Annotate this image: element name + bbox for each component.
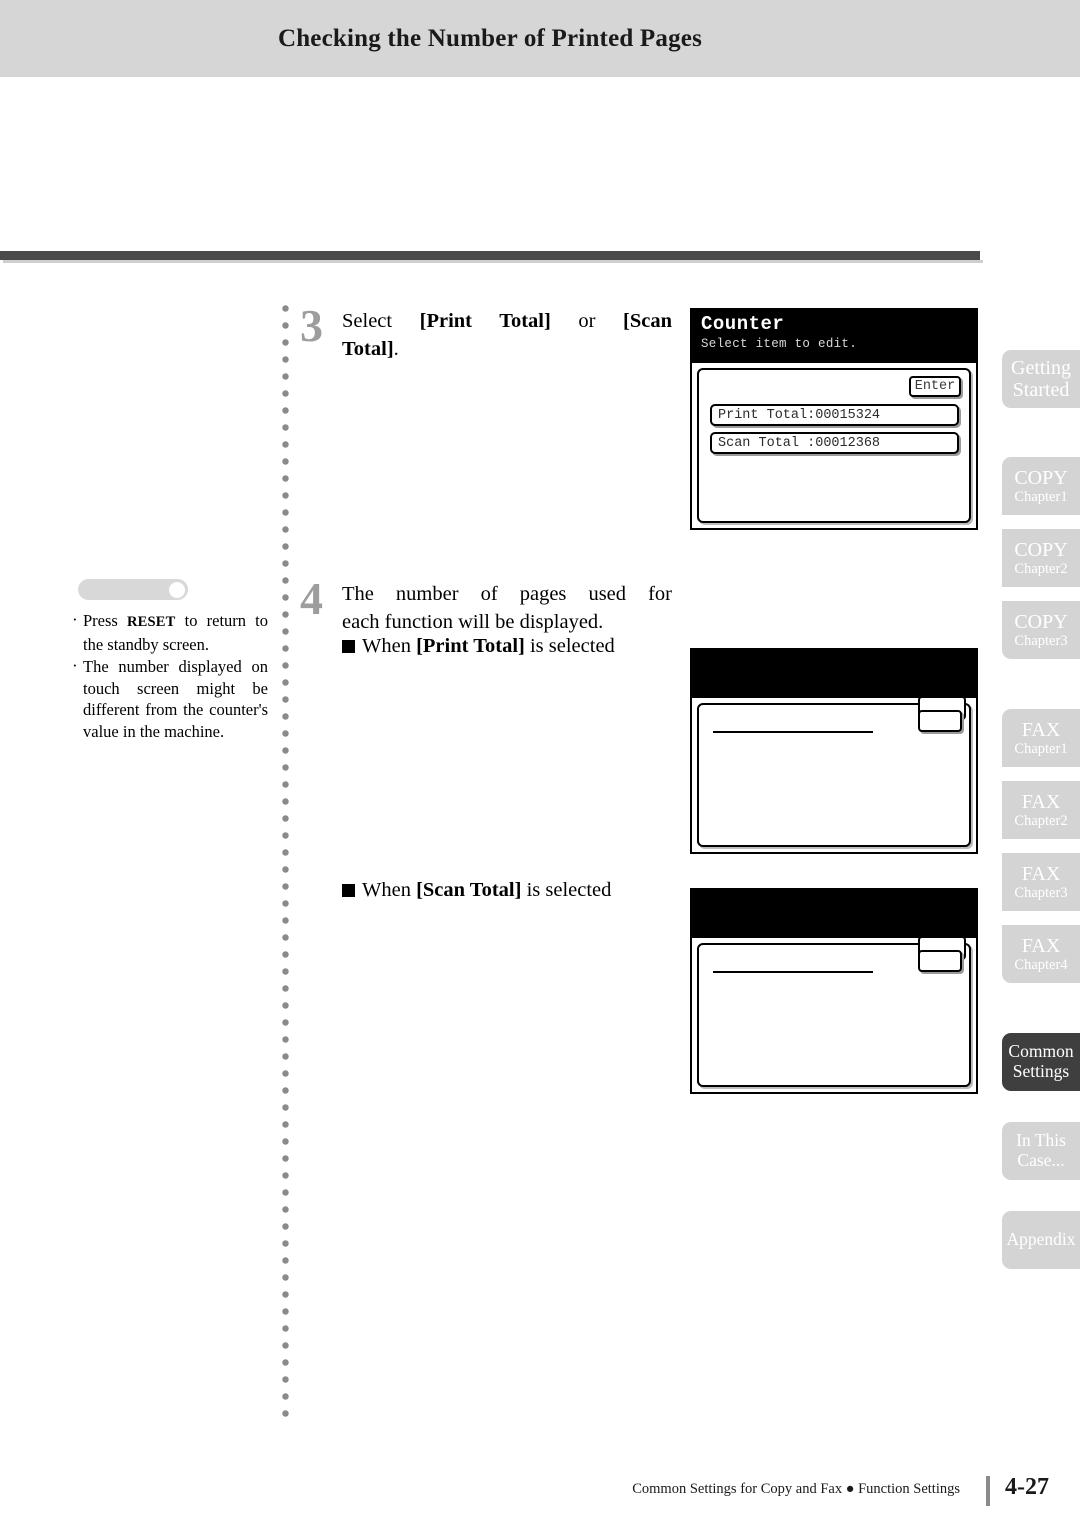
note-marker-bar — [78, 579, 188, 600]
bullet-scan-bold: [Scan Total] — [416, 879, 522, 901]
bullet-scan-prefix: When — [362, 879, 417, 901]
sidebar-tab-fax-chapter1-sub: Chapter1 — [1014, 741, 1068, 758]
print-total-underline — [713, 731, 873, 733]
sidebar-tab-fax-chapter2[interactable]: FAX Chapter2 — [1002, 781, 1080, 839]
step-3-text: Select [Print Total] or [Scan Total]. — [342, 307, 672, 363]
counter-screen-body: Enter Print Total:00015324 Scan Total :0… — [697, 368, 971, 523]
note-marker-circle-icon — [169, 581, 185, 598]
bullet-print-total: When [Print Total] is selected — [342, 633, 615, 659]
step-3-scan-total-ref-a: [Scan — [623, 310, 672, 332]
step-3-scan-total-ref-b: Total] — [342, 338, 394, 360]
sidebar-tab-copy-chapter2-sub: Chapter2 — [1014, 561, 1068, 578]
note-1-prefix: Press — [83, 611, 127, 630]
bullet-print-suffix: is selected — [524, 635, 615, 657]
footer-separator — [986, 1476, 990, 1506]
sidebar-tab-appendix[interactable]: Appendix — [1002, 1211, 1080, 1269]
sidebar-tab-copy-chapter1-main: COPY — [1014, 466, 1068, 489]
sidebar-tab-copy-chapter3-sub: Chapter3 — [1014, 633, 1068, 650]
sidebar-tab-fax-chapter2-main: FAX — [1021, 790, 1061, 813]
sidebar-tab-fax-chapter2-sub: Chapter2 — [1014, 813, 1068, 830]
step-3-period: . — [393, 338, 399, 360]
counter-screen-title: Counter — [701, 313, 785, 335]
bullet-print-prefix: When — [362, 635, 417, 657]
note-1-reset-key: RESET — [126, 614, 176, 630]
step-3-print-total-ref: [Print Total] — [419, 310, 551, 332]
sidebar-tab-fax-chapter1-main: FAX — [1021, 718, 1061, 741]
enter-button[interactable]: Enter — [909, 376, 961, 397]
page-number: 4-27 — [1005, 1474, 1049, 1500]
sidebar-tab-fax-chapter1[interactable]: FAX Chapter1 — [1002, 709, 1080, 767]
section-divider-rule — [0, 251, 980, 260]
sidebar-tab-copy-chapter2[interactable]: COPY Chapter2 — [1002, 529, 1080, 587]
sidebar-tab-getting-started-sub: Started — [1012, 379, 1070, 401]
sidebar-tab-common-settings-main: Common — [1008, 1041, 1074, 1062]
page-title: Checking the Number of Printed Pages — [277, 25, 703, 52]
scan-total-result-screen — [690, 888, 978, 1094]
note-2-text: The number displayed on touch screen mig… — [83, 657, 268, 741]
scan-total-ok-button[interactable] — [918, 950, 962, 972]
sidebar-tab-appendix-main: Appendix — [1006, 1229, 1076, 1250]
step-3-number: 3 — [300, 300, 323, 351]
sidebar-tab-copy-chapter3-main: COPY — [1014, 610, 1068, 633]
step-3-line1-prefix: Select — [342, 310, 420, 332]
scan-total-underline — [713, 971, 873, 973]
sidebar-tab-copy-chapter1-sub: Chapter1 — [1014, 489, 1068, 506]
bullet-scan-suffix: is selected — [521, 879, 612, 901]
sidebar-tab-fax-chapter3-main: FAX — [1021, 862, 1061, 885]
step-4-text: The number of pages used for each functi… — [342, 580, 672, 636]
note-item: The number displayed on touch screen mig… — [72, 655, 268, 742]
sidebar-tab-fax-chapter4-sub: Chapter4 — [1014, 957, 1068, 974]
section-divider-shadow — [3, 260, 983, 263]
note-item: Press RESET to return to the standby scr… — [72, 609, 268, 655]
square-bullet-icon — [342, 884, 355, 897]
sidebar-tab-copy-chapter3[interactable]: COPY Chapter3 — [1002, 601, 1080, 659]
sidebar-tab-copy-chapter2-main: COPY — [1014, 538, 1068, 561]
square-bullet-icon — [342, 640, 355, 653]
sidebar-tab-getting-started[interactable]: Getting Started — [1002, 350, 1080, 408]
bullet-scan-total: When [Scan Total] is selected — [342, 877, 611, 903]
sidebar-tab-fax-chapter3[interactable]: FAX Chapter3 — [1002, 853, 1080, 911]
sidebar-tab-in-this-case-sub: Case... — [1017, 1150, 1065, 1170]
counter-screen-instruction: Select item to edit. — [701, 337, 858, 351]
dotted-column-guide — [282, 305, 289, 1423]
sidebar-tab-common-settings-sub: Settings — [1012, 1061, 1070, 1081]
step-4-line2: each function will be displayed. — [342, 611, 604, 633]
sidebar-tab-fax-chapter4-main: FAX — [1021, 934, 1061, 957]
step-4-number: 4 — [300, 573, 323, 624]
print-total-row[interactable]: Print Total:00015324 — [710, 404, 959, 426]
sidebar-tab-fax-chapter4[interactable]: FAX Chapter4 — [1002, 925, 1080, 983]
step-3-line1-or: or — [550, 310, 624, 332]
print-total-screen-body — [697, 696, 971, 847]
sidebar-tab-in-this-case-main: In This — [1016, 1130, 1066, 1151]
sidebar-tab-in-this-case[interactable]: In This Case... — [1002, 1122, 1080, 1180]
sidebar-tab-getting-started-main: Getting — [1011, 356, 1071, 379]
footer-breadcrumb: Common Settings for Copy and Fax ● Funct… — [632, 1481, 960, 1497]
bullet-print-bold: [Print Total] — [416, 635, 525, 657]
sidebar-tab-fax-chapter3-sub: Chapter3 — [1014, 885, 1068, 902]
sidebar-tab-common-settings[interactable]: Common Settings — [1002, 1033, 1080, 1091]
counter-screen: Counter Select item to edit. Enter Print… — [690, 308, 978, 530]
print-total-screen-header — [692, 650, 976, 698]
margin-notes: Press RESET to return to the standby scr… — [72, 609, 268, 743]
scan-total-screen-header — [692, 890, 976, 938]
scan-total-row[interactable]: Scan Total :00012368 — [710, 432, 959, 454]
print-total-ok-button[interactable] — [918, 710, 962, 732]
sidebar-tab-copy-chapter1[interactable]: COPY Chapter1 — [1002, 457, 1080, 515]
counter-screen-header: Counter Select item to edit. — [692, 310, 976, 363]
step-4-line1: The number of pages used for — [342, 583, 672, 605]
scan-total-screen-body — [697, 936, 971, 1087]
print-total-result-screen — [690, 648, 978, 854]
